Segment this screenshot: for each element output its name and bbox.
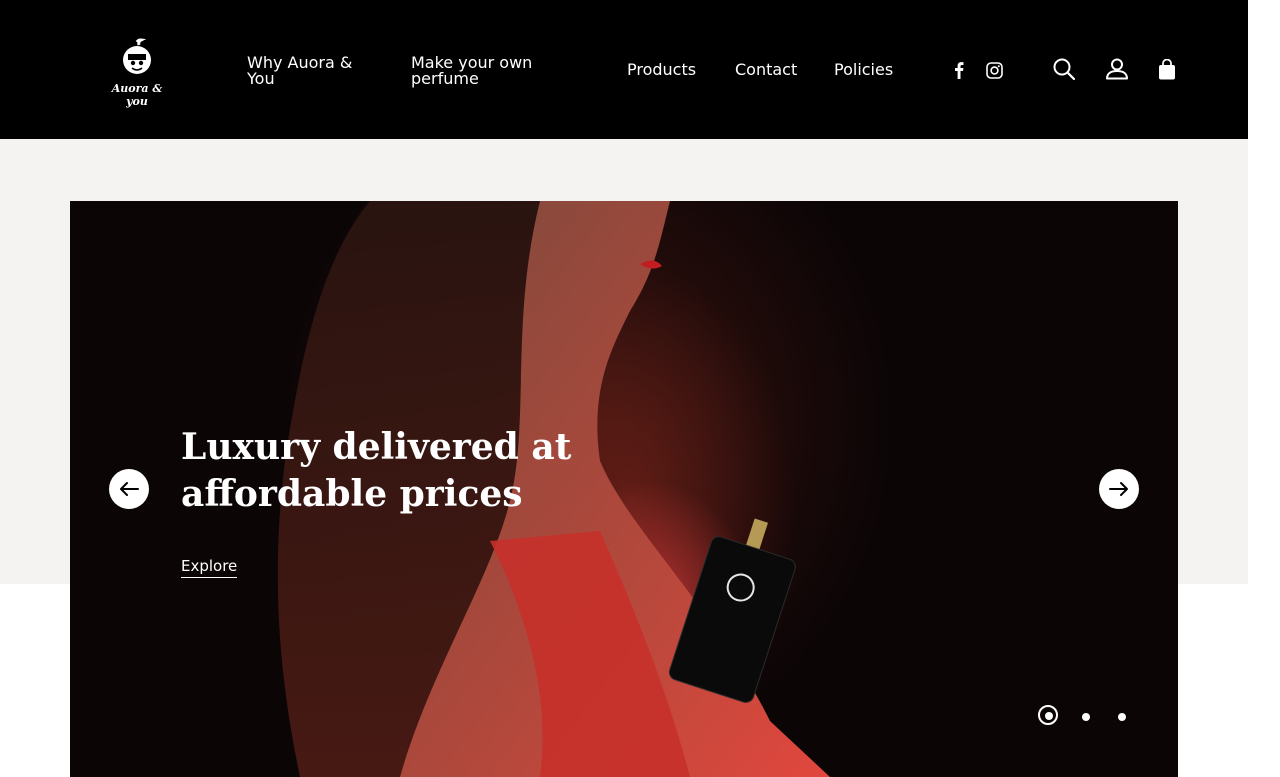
nav-make-perfume[interactable]: Make your own perfume bbox=[411, 55, 561, 87]
explore-link[interactable]: Explore bbox=[181, 557, 238, 578]
account-icon[interactable] bbox=[1105, 58, 1129, 80]
shopping-bag-icon[interactable] bbox=[1158, 59, 1176, 80]
nav-policies[interactable]: Policies bbox=[834, 62, 893, 78]
slide-dot-2[interactable] bbox=[1082, 713, 1090, 721]
arrow-right-icon bbox=[1109, 482, 1128, 496]
hero-title: Luxury delivered at affordable prices bbox=[181, 426, 572, 516]
logo-mark-icon bbox=[123, 38, 151, 74]
slide-dot-3[interactable] bbox=[1118, 713, 1126, 721]
site-header: Auora & you Why Auora & You Make your ow… bbox=[0, 0, 1248, 139]
previous-slide-button[interactable] bbox=[109, 469, 149, 509]
brand-logo[interactable]: Auora & you bbox=[104, 38, 170, 108]
logo-text: Auora & you bbox=[111, 82, 163, 108]
slide-dot-1[interactable] bbox=[1038, 705, 1058, 725]
hero-slider: Luxury delivered at affordable prices Ex… bbox=[70, 201, 1178, 777]
nav-why-auora[interactable]: Why Auora & You bbox=[247, 55, 377, 87]
instagram-icon[interactable] bbox=[986, 62, 1003, 79]
scrollbar-gutter bbox=[1248, 0, 1280, 777]
next-slide-button[interactable] bbox=[1099, 469, 1139, 509]
nav-contact[interactable]: Contact bbox=[735, 62, 797, 78]
nav-products[interactable]: Products bbox=[627, 62, 696, 78]
facebook-icon[interactable] bbox=[951, 61, 967, 79]
arrow-left-icon bbox=[120, 482, 139, 496]
search-icon[interactable] bbox=[1053, 58, 1075, 80]
